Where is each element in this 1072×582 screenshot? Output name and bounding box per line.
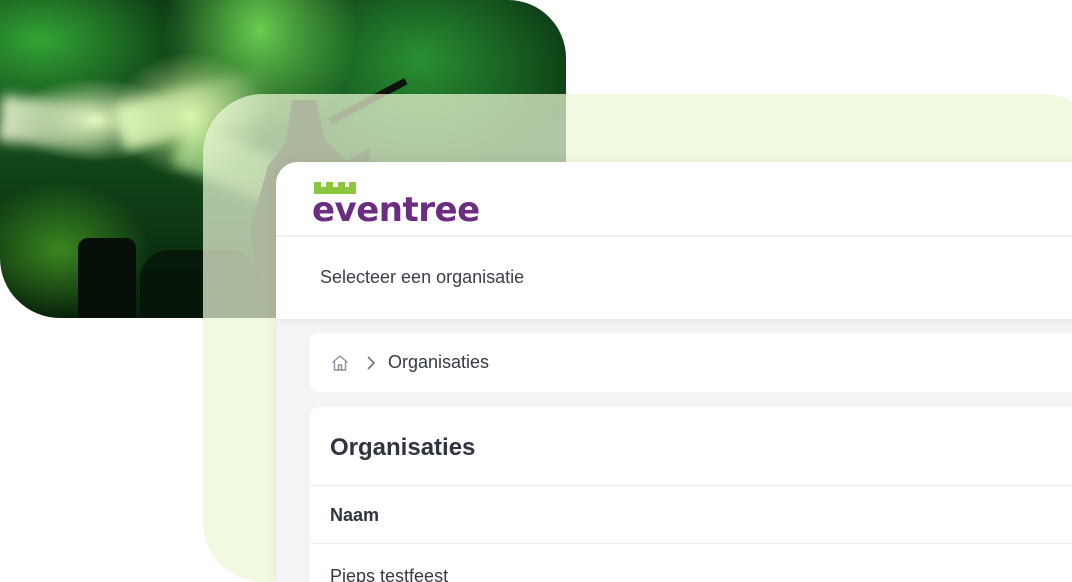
stage-amp-silhouette xyxy=(78,238,136,318)
table-row[interactable]: Pieps testfeest xyxy=(330,566,448,582)
breadcrumb: Organisaties xyxy=(310,333,1072,392)
eventree-logo[interactable]: eventree xyxy=(312,176,492,230)
app-header: eventree xyxy=(276,162,1072,236)
divider xyxy=(310,543,1072,544)
divider xyxy=(310,485,1072,486)
breadcrumb-current: Organisaties xyxy=(388,352,490,372)
column-header-name[interactable]: Naam xyxy=(330,505,379,526)
chevron-right-icon xyxy=(367,355,376,370)
stage-light-beam xyxy=(0,95,112,153)
app-window: eventree Selecteer een organisatie Organ… xyxy=(276,162,1072,582)
organisation-bar: Selecteer een organisatie xyxy=(276,237,1072,319)
organisation-selector[interactable]: Selecteer een organisatie xyxy=(320,267,524,288)
logo-wordmark: eventree xyxy=(312,190,480,230)
organisations-panel: Organisaties Naam Pieps testfeest xyxy=(310,407,1072,582)
panel-title: Organisaties xyxy=(330,434,476,461)
home-icon[interactable] xyxy=(330,353,350,373)
